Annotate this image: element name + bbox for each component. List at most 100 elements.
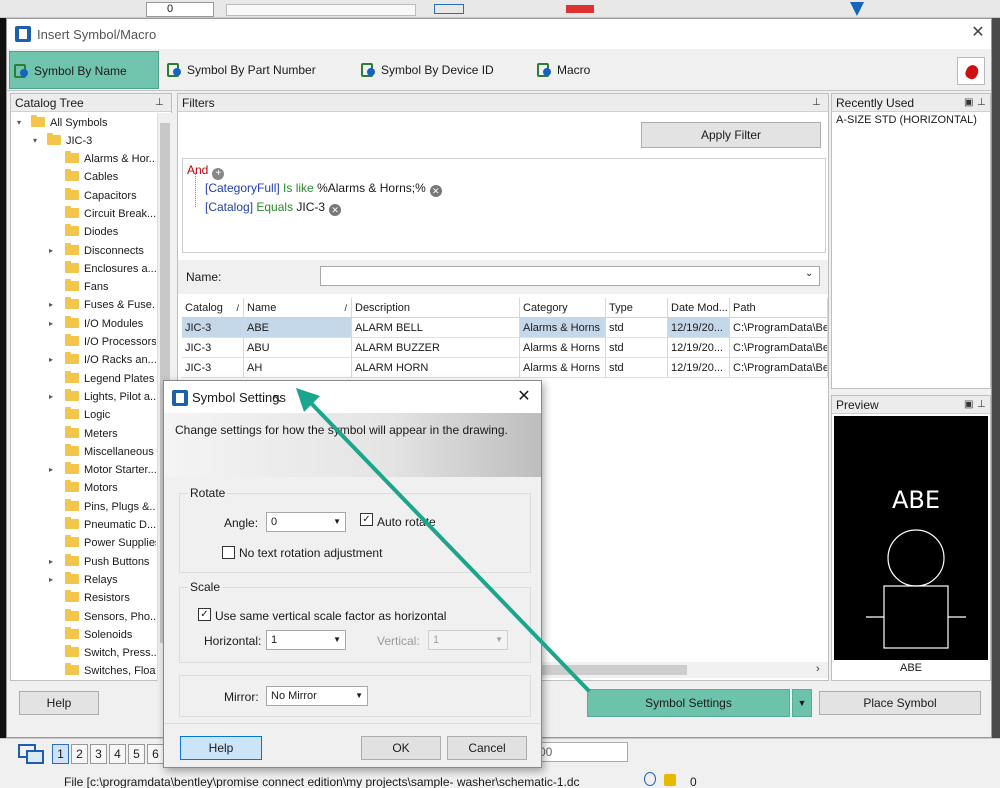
tree-item-category[interactable]: Meters [49,425,118,443]
grid-cell[interactable]: JIC-3 [182,318,244,338]
zoom-field[interactable]: 00 [534,742,628,762]
condition-operator[interactable]: Equals [256,200,293,214]
tab-symbol-by-part-number[interactable]: Symbol By Part Number [163,51,343,89]
tab-macro[interactable]: Macro [533,51,613,89]
page-tab[interactable]: 5 [128,744,145,764]
grid-cell[interactable]: 12/19/20... [668,318,730,338]
page-tab[interactable]: 4 [109,744,126,764]
tab-symbol-by-device-id[interactable]: Symbol By Device ID [357,51,527,89]
pin-icon[interactable]: ⊥ [155,94,164,112]
page-tab[interactable]: 2 [71,744,88,764]
column-header[interactable]: Type [606,298,668,318]
background-tool-icon[interactable] [566,5,594,13]
tree-item-library[interactable]: ▾ JIC-3 [33,132,92,150]
filter-condition[interactable]: [CategoryFull] Is like %Alarms & Horns;%… [205,181,442,197]
tree-item-category[interactable]: Resistors [49,589,130,607]
expand-icon[interactable]: ▸ [49,242,53,260]
no-text-rotation-checkbox[interactable] [222,546,235,559]
expand-icon[interactable]: ▸ [49,571,53,589]
grid-cell[interactable]: ALARM HORN [352,358,520,378]
column-header[interactable]: Date Mod... [668,298,730,318]
grid-cell[interactable]: AH [244,358,352,378]
same-scale-checkbox[interactable]: ✓ [198,608,211,621]
grid-cell[interactable]: JIC-3 [182,358,244,378]
pin-icon[interactable]: ⊥ [977,396,986,414]
expand-icon[interactable]: ▸ [49,296,53,314]
apply-filter-button[interactable]: Apply Filter [641,122,821,148]
add-condition-icon[interactable]: + [212,168,225,180]
tree-item-category[interactable]: Legend Plates [49,370,154,388]
condition-value[interactable]: %Alarms & Horns;% [317,181,426,195]
page-tab[interactable]: 3 [90,744,107,764]
tree-item-category[interactable]: Switch, Press... [49,644,156,662]
symbol-settings-dropdown[interactable]: ▼ [792,689,812,717]
ok-button[interactable]: OK [361,736,441,760]
grid-cell[interactable]: 12/19/20... [668,338,730,358]
pushpin-button[interactable] [957,57,985,85]
tree-item-category[interactable]: ▸ Disconnects [49,242,144,260]
background-field[interactable] [226,4,416,16]
grid-cell[interactable]: Alarms & Horns [520,358,606,378]
grid-cell[interactable]: ALARM BELL [352,318,520,338]
tree-item-all-symbols[interactable]: ▾ All Symbols [17,114,107,132]
page-tab[interactable]: 1 [52,744,69,764]
grid-cell[interactable]: ALARM BUZZER [352,338,520,358]
symbol-settings-button[interactable]: Symbol Settings [587,689,790,717]
page-tab[interactable]: 6 [147,744,164,764]
condition-value[interactable]: JIC-3 [296,200,325,214]
close-icon[interactable]: ✕ [969,24,987,42]
condition-operator[interactable]: Is like [283,181,314,195]
place-symbol-button[interactable]: Place Symbol [819,691,981,715]
tree-item-category[interactable]: Logic [49,406,110,424]
chevron-down-icon[interactable]: ⌄ [805,268,813,279]
grid-cell[interactable]: C:\ProgramData\Be [730,358,828,378]
recent-item[interactable]: A-SIZE STD (HORIZONTAL) [836,114,977,126]
tree-item-category[interactable]: Cables [49,168,118,186]
mirror-dropdown[interactable]: No Mirror ▼ [266,686,368,706]
tree-item-category[interactable]: Pins, Plugs &... [49,498,156,516]
expand-icon[interactable]: ▸ [49,388,53,406]
filter-expression-box[interactable]: And + [CategoryFull] Is like %Alarms & Ho… [182,158,826,253]
tree-item-category[interactable]: Solenoids [49,626,132,644]
tree-item-category[interactable]: Circuit Break... [49,205,156,223]
tree-item-category[interactable]: Switches, Float [49,662,156,680]
grid-cell[interactable]: std [606,318,668,338]
lock-icon[interactable] [664,774,676,786]
horizontal-scale-dropdown[interactable]: 1 ▼ [266,630,346,650]
tree-item-category[interactable]: Motors [49,479,118,497]
background-tool-icon[interactable] [434,4,464,14]
tree-item-category[interactable]: Miscellaneous [49,443,154,461]
column-header[interactable]: Path [730,298,828,318]
tree-item-category[interactable]: ▸ I/O Modules [49,315,143,333]
condition-field[interactable]: [Catalog] [205,200,253,214]
help-button[interactable]: Help [19,691,99,715]
angle-dropdown[interactable]: 0 ▼ [266,512,346,532]
expand-icon[interactable]: ▸ [49,351,53,369]
remove-condition-icon[interactable]: ✕ [329,204,342,216]
tree-item-category[interactable]: Sensors, Pho... [49,608,156,626]
grid-cell[interactable]: JIC-3 [182,338,244,358]
remove-condition-icon[interactable]: ✕ [429,185,442,197]
close-icon[interactable]: ✕ [514,387,534,407]
tree-item-category[interactable]: ▸ Lights, Pilot a... [49,388,156,406]
tab-symbol-by-name[interactable]: Symbol By Name [9,51,159,89]
column-header[interactable]: Description [352,298,520,318]
tree-item-category[interactable]: ▸ I/O Racks an... [49,351,156,369]
grid-cell[interactable]: ABU [244,338,352,358]
grid-cell[interactable]: 12/19/20... [668,358,730,378]
column-header[interactable]: Category [520,298,606,318]
collapse-icon[interactable]: ▾ [17,114,21,132]
tree-item-category[interactable]: Enclosures a... [49,260,156,278]
maximize-icon[interactable]: ▣ [964,94,973,112]
sort-icon[interactable]: / [344,298,347,318]
expand-icon[interactable]: ▸ [49,315,53,333]
tree-item-category[interactable]: Diodes [49,223,118,241]
tree-item-category[interactable]: ▸ Motor Starter... [49,461,156,479]
auto-rotate-checkbox[interactable]: ✓ [360,513,373,526]
settings-help-button[interactable]: Help [180,736,262,760]
expand-icon[interactable]: ▸ [49,553,53,571]
grid-cell[interactable]: std [606,338,668,358]
tree-item-category[interactable]: Alarms & Hor... [49,150,156,168]
tree-item-category[interactable]: Pneumatic D... [49,516,156,534]
expand-icon[interactable]: ▸ [49,461,53,479]
